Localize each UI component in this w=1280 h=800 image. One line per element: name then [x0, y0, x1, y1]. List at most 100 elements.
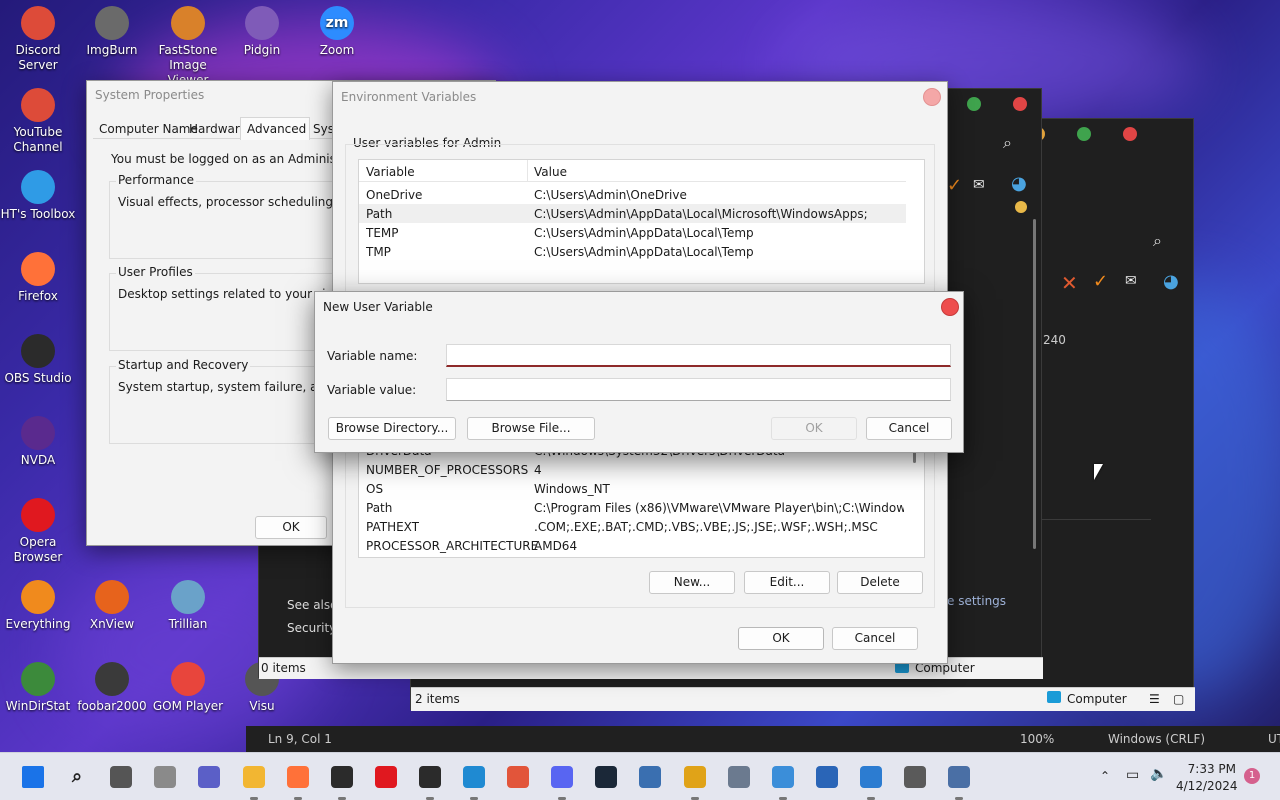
desktop-icon[interactable]: NVDA — [0, 416, 76, 468]
search-icon[interactable]: ⌕ — [66, 766, 88, 788]
cursor-position[interactable]: Ln 9, Col 1 — [268, 732, 332, 746]
close-button[interactable] — [923, 88, 941, 106]
ok-button[interactable]: OK — [255, 516, 327, 539]
browse-directory-button[interactable]: Browse Directory... — [328, 417, 456, 440]
vscode-icon[interactable] — [463, 766, 485, 788]
variable-value-input[interactable] — [446, 378, 951, 401]
desktop-icon[interactable]: Everything — [0, 580, 76, 632]
desktop-icon[interactable]: Opera Browser — [0, 498, 76, 565]
firefox-icon[interactable] — [286, 766, 309, 788]
notification-badge[interactable]: 1 — [1244, 768, 1260, 784]
ok-button[interactable]: OK — [738, 627, 824, 650]
desktop-icon[interactable]: FastStone Image Viewer — [150, 6, 226, 88]
virtualbox-icon[interactable] — [639, 766, 662, 788]
col-value[interactable]: Value — [534, 165, 567, 179]
security-link[interactable]: Security — [287, 621, 336, 635]
col-variable[interactable]: Variable — [366, 165, 415, 179]
notepad-icon[interactable] — [859, 766, 882, 788]
clock-time[interactable]: 7:33 PM — [1184, 762, 1236, 776]
desktop-icon[interactable]: XnView — [74, 580, 150, 632]
desktop-icon[interactable]: Trillian — [150, 580, 226, 632]
search-icon[interactable]: ⌕ — [1153, 231, 1162, 251]
close-button[interactable] — [941, 298, 959, 316]
desktop-icon[interactable]: HT's Toolbox — [0, 170, 76, 222]
system-var-row[interactable]: PATHEXT .COM;.EXE;.BAT;.CMD;.VBS;.VBE;.JS… — [359, 517, 909, 536]
user-var-row[interactable]: TEMP C:\Users\Admin\AppData\Local\Temp — [359, 223, 906, 242]
desktop-icon[interactable]: WinDirStat — [0, 662, 76, 714]
desktop-icon[interactable]: Discord Server — [0, 6, 76, 73]
system-props-icon[interactable] — [948, 766, 971, 788]
settings-icon[interactable] — [904, 766, 926, 788]
user-vars-list[interactable]: Variable Value OneDrive C:\Users\Admin\On… — [358, 159, 925, 284]
variable-name-input[interactable] — [446, 344, 951, 367]
desktop-icon[interactable]: foobar2000 — [74, 662, 150, 714]
cross-icon[interactable]: ✕ — [1061, 271, 1078, 295]
system-var-row[interactable]: PROCESSOR_ARCHITECTURE AMD64 — [359, 536, 909, 555]
system-var-row[interactable]: OS Windows_NT — [359, 479, 909, 498]
cancel-button[interactable]: Cancel — [832, 627, 918, 650]
new-user-variable-dialog[interactable]: New User Variable Variable name: Variabl… — [314, 291, 964, 453]
system-vars-list[interactable]: DriverDataC:\Windows\System32\Drivers\Dr… — [358, 446, 925, 558]
onedrive-icon[interactable] — [154, 766, 177, 788]
delete-button[interactable]: Delete — [837, 571, 923, 594]
store-icon[interactable] — [771, 766, 794, 788]
shell-icon[interactable]: ◕ — [1163, 271, 1179, 292]
mail-icon[interactable]: ✉ — [1125, 273, 1137, 289]
tab-computer-name[interactable]: Computer Name — [99, 122, 198, 136]
user-var-row[interactable]: OneDrive C:\Users\Admin\OneDrive — [359, 185, 906, 204]
ok-button[interactable]: OK — [771, 417, 857, 440]
start-icon[interactable] — [22, 766, 44, 788]
new-button[interactable]: New... — [649, 571, 735, 594]
user-var-row[interactable]: TMP C:\Users\Admin\AppData\Local\Temp — [359, 242, 906, 261]
network-icon[interactable]: ▭ — [1126, 767, 1139, 783]
details-view-icon[interactable]: ☰ — [1149, 692, 1160, 706]
tab-hardware[interactable]: Hardware — [189, 122, 247, 136]
desktop-icon[interactable]: YouTube Channel — [0, 88, 76, 155]
git-icon[interactable] — [507, 766, 530, 788]
desktop-icon[interactable]: Firefox — [0, 252, 76, 304]
encoding[interactable]: UT — [1268, 732, 1280, 746]
tiles-view-icon[interactable]: ▢ — [1173, 692, 1184, 706]
monitor-icon[interactable] — [727, 766, 750, 788]
terminal-icon[interactable] — [330, 766, 353, 788]
shell-icon[interactable]: ◕ — [1011, 173, 1027, 194]
desktop-icon[interactable]: GOM Player — [150, 662, 226, 714]
browse-file-button[interactable]: Browse File... — [467, 417, 595, 440]
desktop-icon[interactable]: zm Zoom — [299, 6, 375, 58]
steam-icon[interactable] — [595, 766, 618, 788]
discord-icon[interactable] — [551, 766, 574, 788]
desktop-icon-label: Everything — [5, 617, 71, 631]
cancel-button[interactable]: Cancel — [866, 417, 952, 440]
obs-icon[interactable] — [418, 766, 441, 788]
mail-icon[interactable]: ✉ — [973, 177, 985, 193]
startup-group: Startup and Recovery System startup, sys… — [109, 358, 382, 444]
opera-icon[interactable] — [374, 766, 397, 788]
zoom-level[interactable]: 100% — [1020, 732, 1054, 746]
volume-icon[interactable]: 🔈 — [1150, 766, 1167, 782]
xnview-icon — [95, 580, 129, 614]
check-icon[interactable]: ✓ — [947, 175, 962, 196]
chevron-up-icon[interactable]: ⌃ — [1100, 769, 1110, 783]
powershell-icon[interactable] — [815, 766, 838, 788]
desktop-icon[interactable]: Pidgin — [224, 6, 300, 58]
tab-advanced[interactable]: Advanced — [240, 117, 310, 140]
settings-link[interactable]: e settings — [947, 594, 1006, 608]
check-icon[interactable]: ✓ — [1093, 271, 1108, 292]
edit-button[interactable]: Edit... — [744, 571, 830, 594]
system-var-row[interactable]: NUMBER_OF_PROCESSORS 4 — [359, 460, 909, 479]
teams-icon[interactable] — [198, 766, 221, 788]
system-var-row[interactable]: Path C:\Program Files (x86)\VMware\VMware… — [359, 498, 909, 517]
puzzle-icon[interactable] — [683, 766, 706, 788]
clock-date[interactable]: 4/12/2024 — [1176, 779, 1238, 793]
desktop-icon[interactable]: ImgBurn — [74, 6, 150, 58]
user-var-row[interactable]: Path C:\Users\Admin\AppData\Local\Microso… — [359, 204, 906, 223]
scrollbar[interactable] — [1033, 219, 1036, 549]
line-ending[interactable]: Windows (CRLF) — [1108, 732, 1205, 746]
dialog-title: New User Variable — [323, 300, 433, 314]
task-view-icon[interactable] — [110, 766, 133, 788]
var-name: PATHEXT — [366, 520, 420, 534]
search-icon[interactable]: ⌕ — [1003, 133, 1012, 153]
desktop-icon[interactable]: OBS Studio — [0, 334, 76, 386]
file-explorer-icon[interactable] — [242, 766, 265, 788]
variable-value-label: Variable value: — [327, 383, 417, 397]
